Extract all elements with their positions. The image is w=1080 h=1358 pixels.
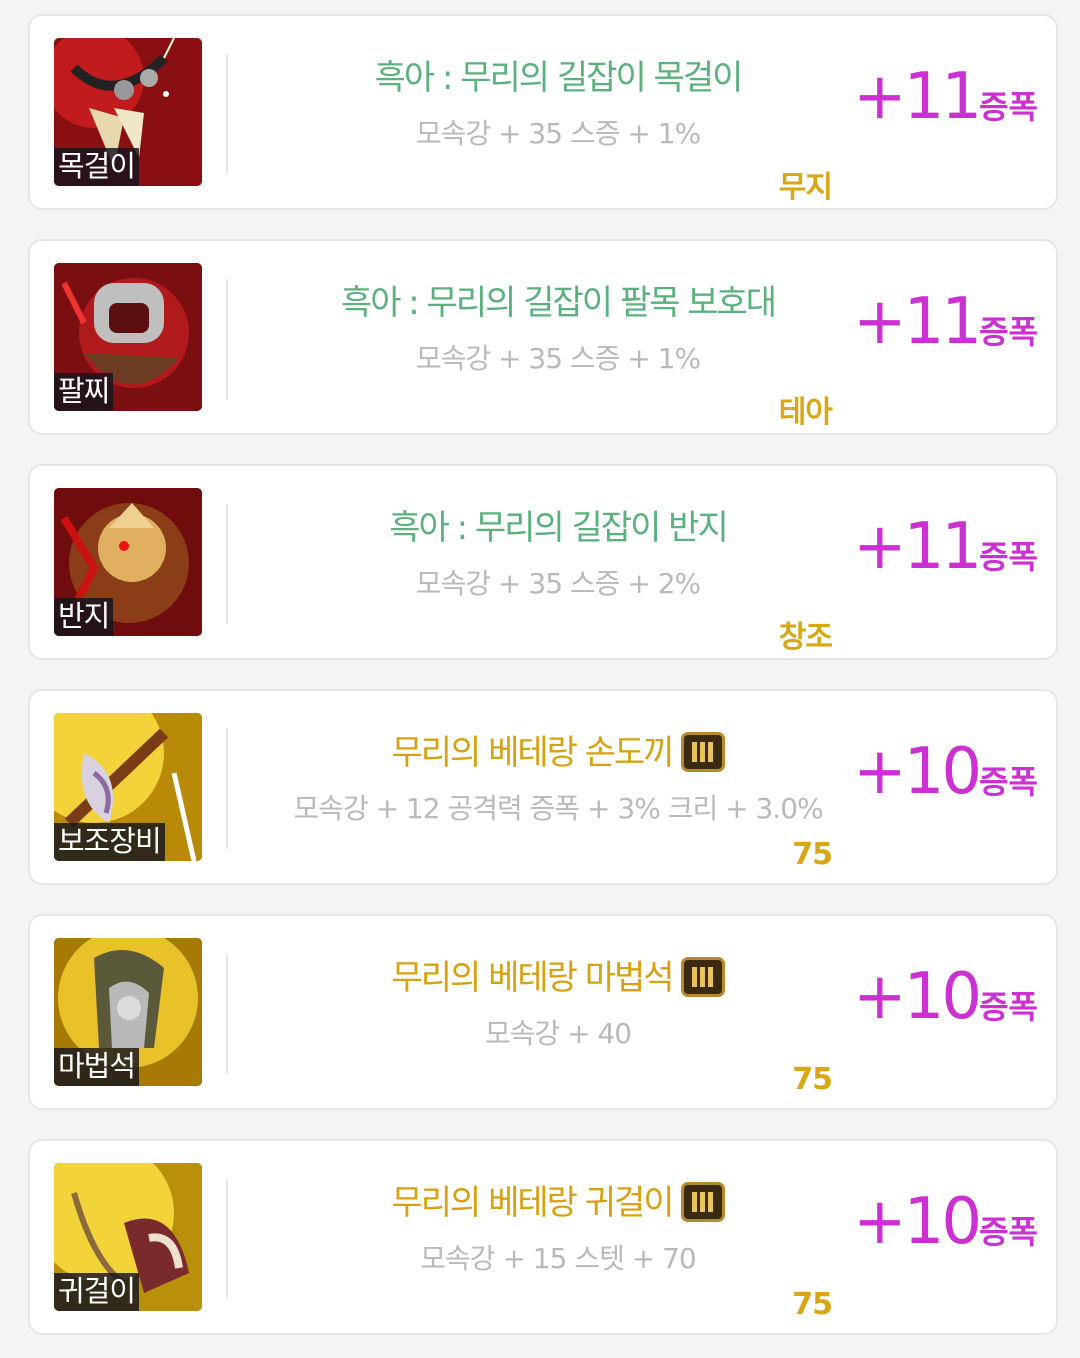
amplify-level: +11증폭 xyxy=(853,285,1038,359)
item-name: 무리의 베테랑 마법석 xyxy=(391,958,674,998)
amplify-value: +11 xyxy=(853,510,982,584)
slot-label: 팔찌 xyxy=(54,373,114,411)
amplify-value: +10 xyxy=(853,960,982,1034)
slot-label: 반지 xyxy=(54,598,114,636)
item-stats: 모속강 + 40 xyxy=(484,1017,632,1050)
item-stats: 모속강 + 35 스증 + 1% xyxy=(415,117,701,150)
amplify-value: +10 xyxy=(853,735,982,809)
item-info: 무리의 베테랑 손도끼 모속강 + 12 공격력 증폭 + 3% 크리 + 3.… xyxy=(258,691,858,883)
amplify-value: +11 xyxy=(853,60,982,134)
necklace-icon: 목걸이 xyxy=(54,38,202,186)
item-info: 흑아 : 무리의 길잡이 목걸이 모속강 + 35 스증 + 1% 무지 xyxy=(258,16,858,208)
item-name: 무리의 베테랑 손도끼 xyxy=(391,733,674,773)
amplify-unit: 증폭 xyxy=(979,538,1038,576)
item-name-row: 무리의 베테랑 손도끼 xyxy=(258,731,858,775)
amplify-level: +10증폭 xyxy=(853,735,1038,809)
amplify-value: +11 xyxy=(853,285,982,359)
item-sub-label: 테아 xyxy=(778,395,833,430)
amplify-level: +10증폭 xyxy=(853,960,1038,1034)
slot-label: 마법석 xyxy=(54,1048,140,1086)
hand-axe-icon: 보조장비 xyxy=(54,713,202,861)
ring-icon: 반지 xyxy=(54,488,202,636)
equipment-card-necklace[interactable]: 목걸이 흑아 : 무리의 길잡이 목걸이 모속강 + 35 스증 + 1% 무지… xyxy=(28,14,1058,210)
item-info: 흑아 : 무리의 길잡이 반지 모속강 + 35 스증 + 2% 창조 xyxy=(258,466,858,658)
item-info: 흑아 : 무리의 길잡이 팔목 보호대 모속강 + 35 스증 + 1% 테아 xyxy=(258,241,858,433)
amplify-unit: 증폭 xyxy=(979,313,1038,351)
item-name-row: 무리의 베테랑 마법석 xyxy=(258,956,858,1000)
amplify-value: +10 xyxy=(853,1185,982,1259)
equipment-card-earring[interactable]: 귀걸이 무리의 베테랑 귀걸이 모속강 + 15 스텟 + 70 75 +10증… xyxy=(28,1139,1058,1335)
amplify-unit: 증폭 xyxy=(979,1213,1038,1251)
amplify-level: +11증폭 xyxy=(853,510,1038,584)
item-stats: 모속강 + 12 공격력 증폭 + 3% 크리 + 3.0% xyxy=(293,792,823,825)
item-name: 흑아 : 무리의 길잡이 목걸이 xyxy=(374,58,744,98)
item-stats: 모속강 + 15 스텟 + 70 xyxy=(420,1242,696,1275)
item-sub-label: 무지 xyxy=(778,170,833,205)
item-sub-label: 75 xyxy=(792,1062,833,1097)
equipment-card-subweapon[interactable]: 보조장비 무리의 베테랑 손도끼 모속강 + 12 공격력 증폭 + 3% 크리… xyxy=(28,689,1058,885)
item-stats: 모속강 + 35 스증 + 2% xyxy=(415,567,701,600)
item-sub-label: 75 xyxy=(792,837,833,872)
item-name: 흑아 : 무리의 길잡이 반지 xyxy=(389,508,729,548)
slot-label: 목걸이 xyxy=(54,148,140,186)
amplify-level: +11증폭 xyxy=(853,60,1038,134)
magic-stone-icon: 마법석 xyxy=(54,938,202,1086)
equipment-card-ring[interactable]: 반지 흑아 : 무리의 길잡이 반지 모속강 + 35 스증 + 2% 창조 +… xyxy=(28,464,1058,660)
item-info: 무리의 베테랑 마법석 모속강 + 40 75 xyxy=(258,916,858,1108)
equipment-list: 목걸이 흑아 : 무리의 길잡이 목걸이 모속강 + 35 스증 + 1% 무지… xyxy=(0,0,1080,1358)
earring-icon: 귀걸이 xyxy=(54,1163,202,1311)
grade-three-badge-icon xyxy=(680,731,725,772)
amplify-unit: 증폭 xyxy=(979,88,1038,126)
item-stats: 모속강 + 35 스증 + 1% xyxy=(415,342,701,375)
slot-label: 귀걸이 xyxy=(54,1273,140,1311)
amplify-unit: 증폭 xyxy=(979,988,1038,1026)
equipment-card-bracelet[interactable]: 팔찌 흑아 : 무리의 길잡이 팔목 보호대 모속강 + 35 스증 + 1% … xyxy=(28,239,1058,435)
amplify-unit: 증폭 xyxy=(979,763,1038,801)
equipment-card-magic-stone[interactable]: 마법석 무리의 베테랑 마법석 모속강 + 40 75 +10증폭 xyxy=(28,914,1058,1110)
item-sub-label: 75 xyxy=(792,1287,833,1322)
grade-three-badge-icon xyxy=(680,956,725,997)
item-info: 무리의 베테랑 귀걸이 모속강 + 15 스텟 + 70 75 xyxy=(258,1141,858,1333)
item-name: 흑아 : 무리의 길잡이 팔목 보호대 xyxy=(340,283,777,323)
amplify-level: +10증폭 xyxy=(853,1185,1038,1259)
item-name-row: 무리의 베테랑 귀걸이 xyxy=(258,1181,858,1225)
bracelet-icon: 팔찌 xyxy=(54,263,202,411)
item-sub-label: 창조 xyxy=(778,620,833,655)
slot-label: 보조장비 xyxy=(54,823,165,861)
grade-three-badge-icon xyxy=(680,1181,725,1222)
item-name: 무리의 베테랑 귀걸이 xyxy=(391,1183,674,1223)
